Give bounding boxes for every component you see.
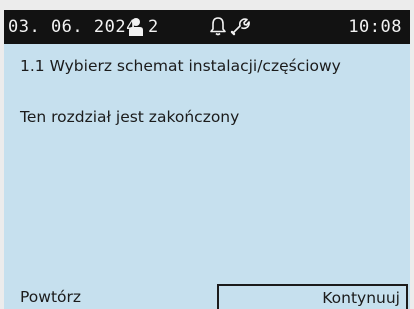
repeat-button[interactable]: Powtórz <box>20 288 81 306</box>
user-count: 2 <box>148 17 159 37</box>
user-indicator: 2 <box>128 16 158 38</box>
bell-icon <box>210 17 226 36</box>
notification-indicator <box>209 16 227 41</box>
page-title: 1.1 Wybierz schemat instalacji/częściowy <box>20 57 341 75</box>
continue-button[interactable]: Kontynuuj <box>217 284 408 309</box>
display-screen: 03. 06. 2024 2 10:08 1.1 Wybierz schemat… <box>4 10 410 309</box>
wrench-icon <box>230 18 250 36</box>
status-time: 10:08 <box>348 17 402 37</box>
completion-message: Ten rozdział jest zakończony <box>20 108 240 126</box>
status-date: 03. 06. 2024 <box>8 17 137 37</box>
status-bar: 03. 06. 2024 2 10:08 <box>4 10 410 44</box>
person-icon <box>129 18 143 36</box>
service-indicator <box>230 16 250 41</box>
